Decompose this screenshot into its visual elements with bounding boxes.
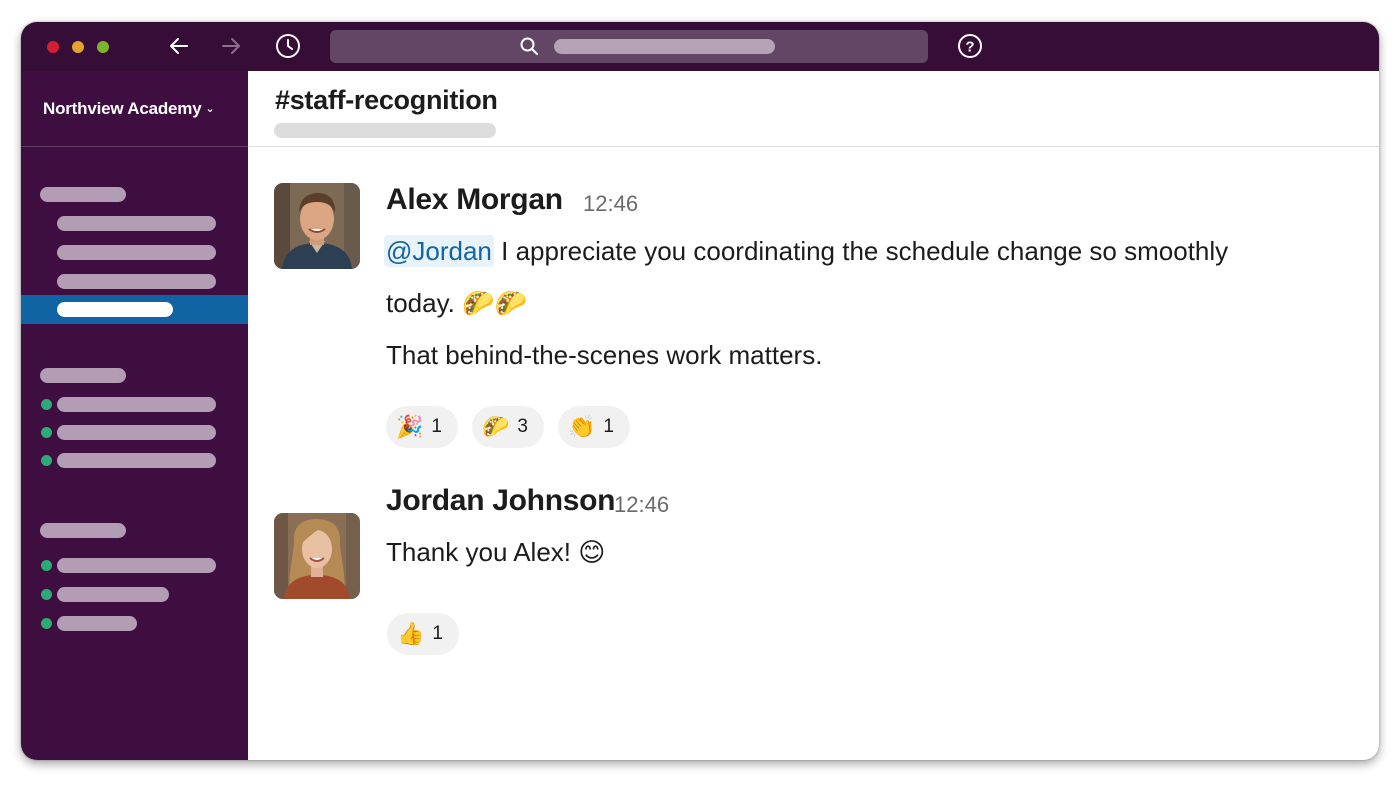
avatar[interactable]: [274, 183, 360, 269]
avatar-image: [274, 183, 360, 269]
help-icon[interactable]: ?: [957, 33, 983, 59]
arrow-left-icon[interactable]: [166, 33, 192, 59]
message-timestamp[interactable]: 12:46: [583, 191, 638, 217]
reaction-clap[interactable]: 👏 1: [558, 406, 630, 448]
channel-header: #staff-recognition: [248, 71, 1379, 147]
message-text: today.: [386, 288, 463, 318]
reaction-count: 3: [517, 416, 528, 437]
taco-emoji: 🌮🌮: [462, 288, 527, 318]
reaction-count: 1: [432, 623, 443, 644]
sidebar-dm-item[interactable]: [57, 558, 216, 573]
sidebar-dm-item[interactable]: [57, 425, 216, 440]
sidebar-item-label: [57, 302, 173, 317]
sidebar-item-active[interactable]: [21, 295, 248, 324]
sidebar-section-header[interactable]: [40, 187, 126, 202]
chevron-down-icon: ⌄: [205, 103, 215, 115]
message-text-line: today. 🌮🌮: [386, 288, 527, 319]
sidebar-item[interactable]: [57, 274, 216, 289]
sidebar-dm-item[interactable]: [57, 616, 137, 631]
presence-dot: [41, 589, 52, 600]
thumbs-up-emoji: 👍: [397, 621, 425, 646]
avatar[interactable]: [274, 513, 360, 599]
sidebar-dm-item[interactable]: [57, 587, 169, 602]
clapping-hands-emoji: 👏: [568, 414, 596, 439]
sidebar-item[interactable]: [57, 245, 216, 260]
clock-icon[interactable]: [275, 33, 301, 59]
channel-topic: [274, 123, 496, 138]
message-text: I appreciate you coordinating the schedu…: [493, 236, 1229, 266]
reaction-count: 1: [603, 416, 614, 437]
presence-dot: [41, 618, 52, 629]
reaction-party[interactable]: 🎉 1: [386, 406, 458, 448]
presence-dot: [41, 427, 52, 438]
reaction-thumbs-up[interactable]: 👍 1: [387, 613, 459, 655]
sidebar-section-header[interactable]: [40, 368, 126, 383]
sidebar-dm-item[interactable]: [57, 453, 216, 468]
presence-dot: [41, 455, 52, 466]
search-bar[interactable]: [330, 30, 928, 63]
sidebar-dm-item[interactable]: [57, 397, 216, 412]
message-text-line: @Jordan I appreciate you coordinating th…: [384, 235, 1229, 267]
minimize-window-button[interactable]: [72, 41, 84, 53]
sidebar: Northview Academy ⌄: [21, 71, 248, 760]
sidebar-section-header[interactable]: [40, 523, 126, 538]
message-author[interactable]: Jordan Johnson: [386, 484, 615, 518]
search-icon: [520, 37, 538, 55]
user-mention[interactable]: @Jordan: [384, 235, 494, 267]
message-timestamp[interactable]: 12:46: [614, 492, 669, 518]
title-bar: ?: [21, 22, 1379, 71]
svg-text:?: ?: [965, 39, 974, 56]
arrow-right-icon[interactable]: [218, 33, 244, 59]
message-pane: #staff-recognition Alex Morgan 12:46 @Jo…: [248, 71, 1379, 760]
reaction-count: 1: [431, 416, 442, 437]
smiling-face-emoji: 😊: [578, 537, 606, 567]
close-window-button[interactable]: [47, 41, 59, 53]
workspace-switcher[interactable]: Northview Academy ⌄: [21, 71, 248, 147]
channel-name[interactable]: #staff-recognition: [275, 85, 498, 116]
sidebar-item[interactable]: [57, 216, 216, 231]
avatar-image: [274, 513, 360, 599]
app-window: ? Northview Academy ⌄ #staff-recognition…: [21, 22, 1379, 760]
message-text: Thank you Alex!: [386, 537, 579, 567]
search-placeholder: [554, 39, 775, 54]
taco-emoji: 🌮: [482, 414, 510, 439]
party-popper-emoji: 🎉: [396, 414, 424, 439]
zoom-window-button[interactable]: [97, 41, 109, 53]
presence-dot: [41, 560, 52, 571]
reaction-taco[interactable]: 🌮 3: [472, 406, 544, 448]
message-author[interactable]: Alex Morgan: [386, 183, 563, 217]
message-text-line: Thank you Alex! 😊: [386, 537, 605, 568]
workspace-name: Northview Academy ⌄: [43, 99, 215, 118]
presence-dot: [41, 399, 52, 410]
message-text-line: That behind-the-scenes work matters.: [386, 340, 823, 370]
